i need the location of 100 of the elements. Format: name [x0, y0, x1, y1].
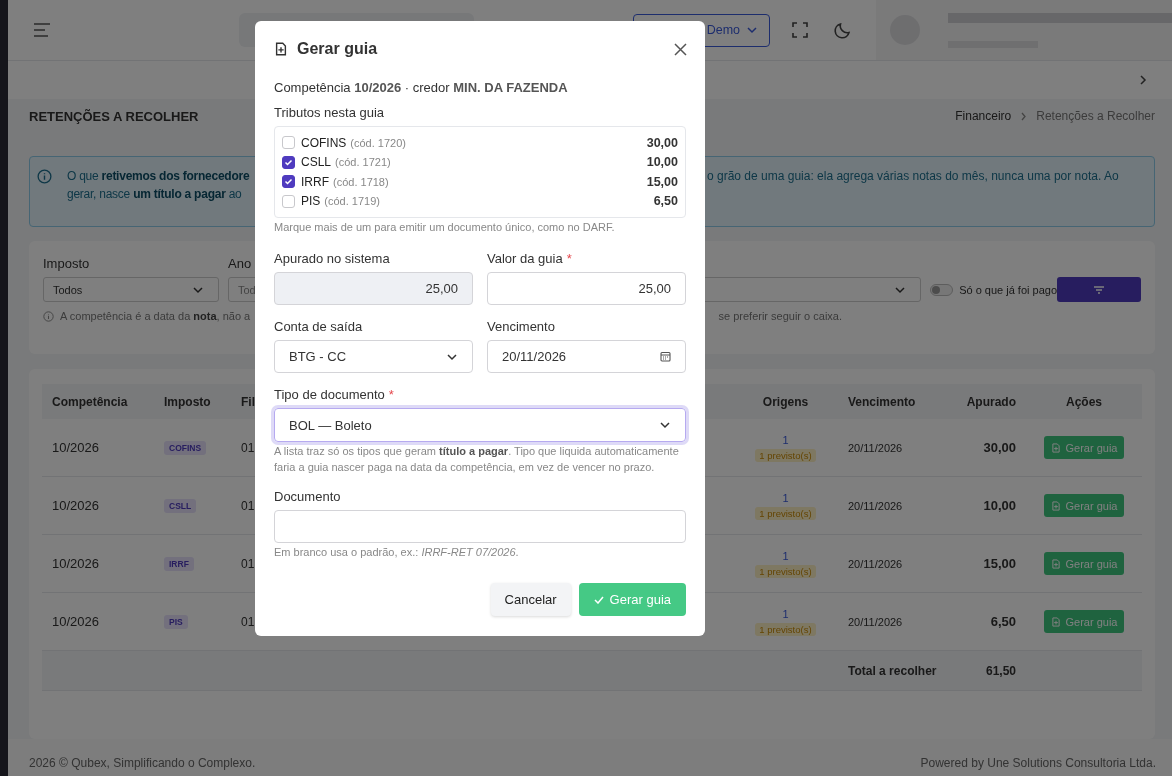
hint-text: A lista traz só os tipos que geram título a pagar. Tipo que liquida automaticamente faria a guia nascer paga na data da competência, em vez de vencer no prazo. — [274, 444, 680, 475]
status-badge: 1 previsto(s) — [755, 564, 816, 578]
input-field[interactable]: 25,00 — [487, 272, 686, 305]
field-label: Vencimento — [487, 320, 555, 334]
moon-icon[interactable] — [834, 21, 852, 39]
tax-badge: IRRF — [164, 556, 194, 571]
table-cell-text: 10/2026 — [51, 556, 100, 571]
tax-badge: PIS — [164, 614, 188, 629]
info-icon — [37, 168, 52, 184]
file-plus-icon — [1050, 442, 1061, 453]
select-field[interactable]: Todos — [43, 277, 219, 302]
toggle-switch[interactable] — [930, 283, 954, 296]
hint-text: A competência é a data da nota, não a — [60, 309, 251, 323]
date-field[interactable]: 20/11/2026 — [487, 340, 686, 373]
origins-link[interactable]: 1 — [782, 491, 789, 504]
chevron-right-icon[interactable] — [1139, 75, 1147, 85]
tax-amount: 30,00 — [646, 135, 678, 150]
generate-button[interactable]: Gerar guia — [578, 583, 686, 616]
alert-text: o grão de uma guia: ela agrega várias notas do mês, nunca uma por nota. Ao — [707, 168, 1119, 185]
total-value: 61,50 — [984, 663, 1017, 678]
select-field[interactable]: BOL — Boleto — [274, 408, 686, 442]
info-icon — [43, 310, 54, 322]
tax-name: CSLL (cód. 1721) — [301, 155, 391, 170]
field-label: Apurado no sistema — [274, 252, 390, 266]
table-cell-text: 6,50 — [989, 614, 1017, 629]
table-cell-text: 01 — [240, 556, 256, 571]
summary-text: Competência 10/2026 · credor MIN. DA FAZENDA — [274, 79, 569, 97]
file-plus-icon — [274, 42, 288, 56]
table-cell-text: 20/11/2026 — [847, 441, 904, 454]
table-cell-text: 20/11/2026 — [847, 557, 904, 570]
tax-amount: 15,00 — [646, 174, 678, 189]
field-label: Conta de saída — [274, 320, 363, 334]
generate-button[interactable]: Gerar guia — [1043, 610, 1125, 633]
tax-badge: COFINS — [164, 440, 207, 455]
toggle-label: Só o que já foi pago — [959, 283, 1057, 296]
breadcrumb-current: Retenções a Recolher — [1036, 109, 1155, 123]
menu-icon[interactable] — [33, 23, 51, 37]
table-cell-text: 01 — [240, 498, 256, 513]
page-title: RETENÇÕES A RECOLHER — [29, 108, 199, 124]
status-badge: 1 previsto(s) — [755, 448, 816, 462]
hint-text: se preferir seguir o caixa. — [718, 309, 842, 323]
footer-text: 2026 © Qubex, Simplificando o Complexo. — [29, 756, 256, 770]
table-cell-text: 15,00 — [982, 556, 1017, 571]
field-label: Imposto — [43, 257, 90, 271]
filter-icon — [1094, 285, 1104, 294]
column-header: Origens — [761, 394, 810, 409]
table-cell-text: 10,00 — [982, 498, 1017, 513]
origins-link[interactable]: 1 — [782, 549, 789, 562]
field-label: Ano — [228, 257, 252, 271]
input-field[interactable] — [274, 510, 686, 543]
section-label: Tributos nesta guia — [274, 106, 386, 120]
required-mark: * — [388, 388, 394, 402]
table-cell-text: 30,00 — [982, 440, 1017, 455]
close-icon[interactable] — [674, 42, 687, 56]
fullscreen-icon[interactable] — [792, 22, 808, 38]
generate-button[interactable]: Gerar guia — [1043, 552, 1125, 575]
tax-amount: 6,50 — [653, 194, 678, 209]
origins-link[interactable]: 1 — [782, 607, 789, 620]
column-header: Ações — [1065, 394, 1103, 409]
table-cell-text: 10/2026 — [51, 440, 100, 455]
generate-button[interactable]: Gerar guia — [1043, 494, 1125, 517]
table-cell-text: 20/11/2026 — [847, 615, 904, 628]
alert-text: O que retivemos dos fornecedore — [67, 168, 250, 185]
modal-title: Gerar guia — [297, 40, 378, 58]
required-mark: * — [566, 252, 572, 266]
file-plus-icon — [1050, 500, 1061, 511]
column-header: Vencimento — [847, 394, 917, 409]
chevron-right-icon — [1020, 111, 1028, 121]
hint-text: Em branco usa o padrão, ex.: IRRF-RET 07/2026. — [274, 545, 520, 559]
checkbox[interactable] — [282, 155, 295, 169]
generate-button[interactable]: Gerar guia — [1043, 436, 1125, 459]
field-label: Valor da guia — [487, 252, 563, 266]
field-label: Tipo de documento — [274, 388, 385, 402]
total-label: Total a recolher — [847, 663, 938, 678]
file-plus-icon — [1050, 558, 1061, 569]
tax-name: COFINS (cód. 1720) — [301, 135, 406, 150]
chevron-down-icon — [659, 419, 671, 431]
table-cell-text: 01 — [240, 440, 256, 455]
footer-text: Powered by Une Solutions Consultoria Ltda. — [920, 756, 1156, 770]
select-field[interactable]: BTG - CC — [274, 340, 473, 373]
checkbox[interactable] — [282, 175, 295, 189]
chevron-down-icon — [746, 24, 758, 36]
calendar-icon — [660, 351, 671, 362]
tax-badge: CSLL — [164, 498, 197, 513]
column-header: Competência — [51, 394, 129, 409]
tax-name: PIS (cód. 1719) — [301, 194, 380, 209]
alert-text: gerar, nasce um título a pagar ao — [67, 186, 242, 203]
column-header: Imposto — [163, 394, 212, 409]
column-header: Apurado — [965, 394, 1017, 409]
input-field: 25,00 — [274, 272, 473, 305]
origins-link[interactable]: 1 — [782, 433, 789, 446]
table-cell-text: 10/2026 — [51, 498, 100, 513]
field-label: Documento — [274, 490, 341, 504]
table-cell-text: 10/2026 — [51, 614, 100, 629]
hint-text: Marque mais de um para emitir um documento único, como no DARF. — [274, 220, 616, 234]
tax-name: IRRF (cód. 1718) — [301, 174, 389, 189]
breadcrumb-link[interactable]: Financeiro — [955, 109, 1012, 123]
cancel-button[interactable]: Cancelar — [490, 583, 571, 616]
tax-amount: 10,00 — [646, 155, 678, 170]
file-plus-icon — [1050, 616, 1061, 627]
